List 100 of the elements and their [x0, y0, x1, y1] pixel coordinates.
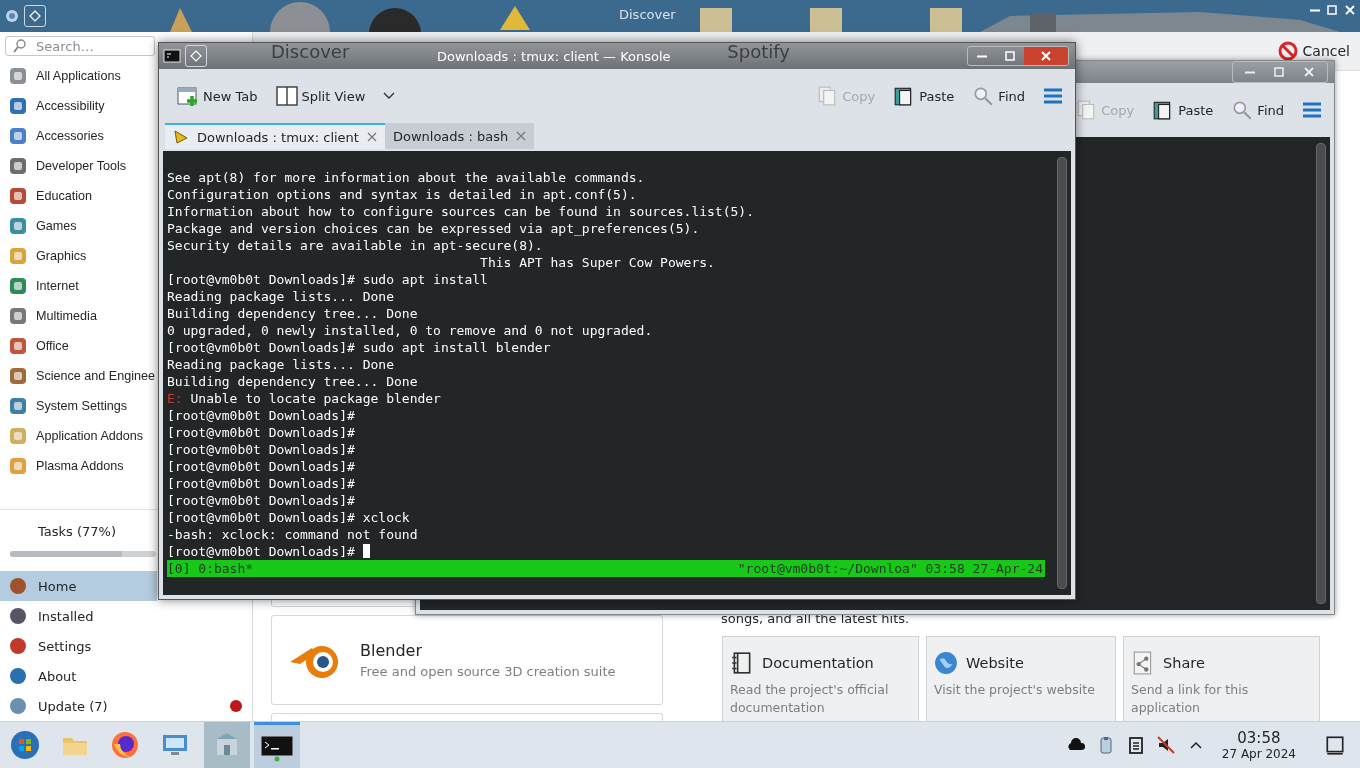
- search-field[interactable]: Search…: [5, 36, 155, 56]
- terminal-line: [root@vm0b0t Downloads]#: [167, 543, 1057, 560]
- find-button[interactable]: Find: [1231, 99, 1284, 121]
- chevron-down-icon[interactable]: [383, 92, 396, 100]
- category-icon: [8, 426, 28, 446]
- nav-item[interactable]: Update (7): [0, 691, 252, 721]
- terminal-area[interactable]: [163, 151, 1071, 595]
- category-item[interactable]: Plasma Addons: [0, 451, 124, 481]
- category-item[interactable]: Application Addons: [0, 421, 144, 451]
- app-name: Blender: [360, 641, 423, 660]
- nav-icon: [8, 606, 28, 626]
- clock-time[interactable]: 03:58: [1237, 729, 1281, 747]
- terminal-line: Reading package lists... Done: [167, 288, 395, 305]
- app-icon[interactable]: [4, 8, 20, 24]
- category-icon: [8, 216, 28, 236]
- menu-button[interactable]: [1043, 88, 1063, 104]
- terminal-line: See apt(8) for more information about the available commands.: [167, 169, 646, 186]
- terminal-icon[interactable]: [163, 49, 181, 63]
- terminal-line: [root@vm0b0t Downloads]#: [167, 492, 356, 509]
- app-title: Spotify: [727, 40, 790, 62]
- terminal-line: This APT has Super Cow Powers.: [479, 254, 716, 271]
- category-icon: [8, 66, 28, 86]
- category-item[interactable]: Graphics: [0, 241, 87, 271]
- category-icon: [8, 96, 28, 116]
- browser-icon: [110, 730, 140, 760]
- category-item[interactable]: Games: [0, 211, 77, 241]
- diamond-icon: [190, 50, 202, 62]
- nav-item[interactable]: Settings: [0, 631, 252, 661]
- category-icon: [8, 336, 28, 356]
- app-card[interactable]: Blender Free and open source 3D creation suite: [271, 615, 663, 705]
- taskbar-button[interactable]: [254, 722, 300, 768]
- terminal-line: [root@vm0b0t Downloads]# sudo apt install: [167, 271, 489, 288]
- link-title: Documentation: [762, 655, 874, 671]
- find-button[interactable]: Find: [972, 85, 1025, 107]
- clock-date[interactable]: 27 Apr 2024: [1221, 747, 1296, 761]
- link-card[interactable]: Documentation Read the project's official documentation: [722, 636, 919, 721]
- search-input[interactable]: Search…: [34, 37, 148, 55]
- four-squares-icon: [10, 730, 40, 760]
- terminal-line: [root@vm0b0t Downloads]#: [167, 407, 356, 424]
- menu-button[interactable]: [1302, 102, 1322, 118]
- category-item[interactable]: System Settings: [0, 391, 127, 421]
- category-item[interactable]: Office: [0, 331, 69, 361]
- link-card[interactable]: Website Visit the project's website: [926, 636, 1116, 721]
- category-icon: [8, 396, 28, 416]
- category-icon: [8, 366, 28, 386]
- window-plus-icon: [177, 85, 199, 107]
- status-left: [0] 0:bash*: [167, 560, 254, 577]
- category-item[interactable]: Accessories: [0, 121, 104, 151]
- split-button[interactable]: Split View: [275, 85, 366, 107]
- maximize-icon[interactable]: [1273, 66, 1285, 78]
- split-panes-icon: [275, 85, 298, 107]
- app-summary: Free and open source 3D creation suite: [360, 664, 616, 679]
- category-item[interactable]: Education: [0, 181, 92, 211]
- tab[interactable]: Downloads : tmux: client: [165, 123, 385, 149]
- muted-speaker-icon[interactable]: [1155, 735, 1176, 755]
- terminal-line: E: Unable to locate package blender: [167, 390, 442, 407]
- close-tab-icon[interactable]: [516, 131, 527, 141]
- window-title: Discover: [619, 6, 676, 22]
- category-item[interactable]: Science and Enginee: [0, 361, 156, 391]
- status-right: "root@vm0b0t:~/Downloa" 03:58 27-Apr-24: [737, 560, 1043, 577]
- globe-icon: [934, 651, 958, 675]
- terminal-line: Configuration options and syntax is detailed in apt.conf(5).: [167, 186, 638, 203]
- category-item[interactable]: All Applications: [0, 61, 121, 91]
- category-item[interactable]: Internet: [0, 271, 79, 301]
- search-icon: [972, 85, 995, 107]
- terminal-line: Building dependency tree... Done: [167, 373, 419, 390]
- link-description: Visit the project's website: [934, 681, 1096, 699]
- paste-button[interactable]: Paste: [1152, 99, 1214, 121]
- terminal-line: [root@vm0b0t Downloads]#: [167, 475, 356, 492]
- page-title: Discover: [271, 40, 350, 62]
- category-item[interactable]: Accessibility: [0, 91, 105, 121]
- link-card[interactable]: Share Send a link for this application: [1123, 636, 1320, 721]
- nav-item[interactable]: Installed: [0, 601, 252, 631]
- category-item[interactable]: Developer Tools: [0, 151, 127, 181]
- scrollbar[interactable]: [1057, 157, 1067, 589]
- search-icon: [1231, 99, 1254, 121]
- category-item[interactable]: Multimedia: [0, 301, 97, 331]
- scrollbar[interactable]: [1316, 143, 1326, 604]
- show-desktop-icon[interactable]: [1324, 734, 1346, 756]
- close-icon[interactable]: [1303, 66, 1315, 78]
- maximize-icon: [1004, 50, 1016, 62]
- window-menu-button[interactable]: [185, 45, 207, 67]
- diamond-icon: [29, 10, 41, 22]
- window-menu-button[interactable]: [24, 5, 46, 27]
- cancel-button[interactable]: Cancel: [1277, 41, 1350, 61]
- window-title: Downloads : tmux: client — Konsole: [437, 48, 671, 64]
- category-icon: [8, 456, 28, 476]
- category-icon: [8, 156, 28, 176]
- tab[interactable]: Downloads : bash: [384, 123, 535, 149]
- terminal-line: [root@vm0b0t Downloads]#: [167, 441, 356, 458]
- nav-item[interactable]: About: [0, 661, 252, 691]
- terminal-line: [root@vm0b0t Downloads]# xclock: [167, 509, 411, 526]
- category-icon: [8, 276, 28, 296]
- terminal-line: Package and version choices can be expressed via apt_preferences(5).: [167, 220, 701, 237]
- close-button[interactable]: [1024, 47, 1068, 65]
- category-icon: [8, 306, 28, 326]
- paste-button[interactable]: Paste: [893, 85, 955, 107]
- new-tab-button[interactable]: New Tab: [177, 85, 258, 107]
- close-tab-icon[interactable]: [366, 132, 377, 142]
- nav-item[interactable]: Home: [0, 571, 157, 601]
